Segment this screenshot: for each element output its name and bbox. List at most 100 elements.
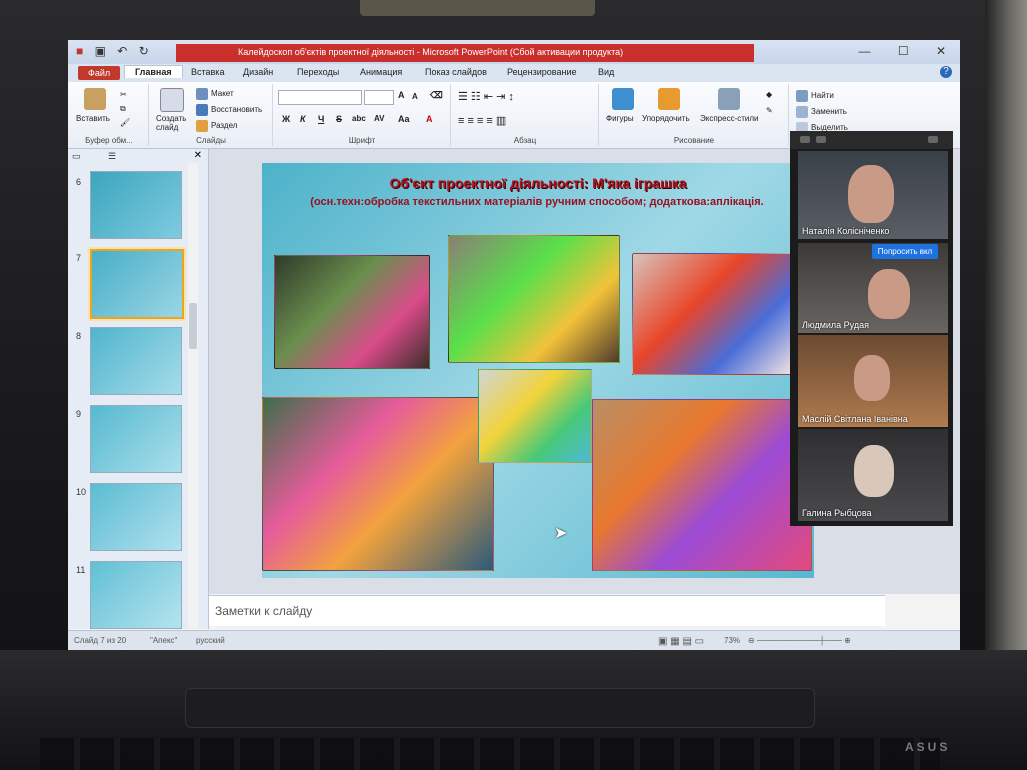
section-icon bbox=[196, 120, 208, 132]
participant-name: Людмила Рудая bbox=[802, 320, 870, 330]
shapes-button[interactable]: Фигуры bbox=[606, 114, 634, 123]
italic-button[interactable]: К bbox=[300, 114, 306, 124]
notes-pane[interactable]: Заметки к слайду bbox=[209, 595, 885, 626]
ask-unmute-button[interactable]: Попросить вкл bbox=[872, 244, 938, 259]
format-painter-icon[interactable]: 🖌 bbox=[120, 118, 130, 127]
font-size-input[interactable] bbox=[364, 90, 394, 105]
window-icon[interactable] bbox=[928, 136, 938, 143]
font-name-input[interactable] bbox=[278, 90, 362, 105]
layout-button[interactable]: Макет bbox=[196, 88, 234, 100]
photo-felt-animals[interactable] bbox=[592, 399, 812, 571]
participant-video[interactable]: Наталія Колісніченко bbox=[798, 151, 948, 239]
group-clipboard: Вставить ✂ ⧉ 🖌 Буфер обм... bbox=[70, 84, 149, 146]
minimize-button[interactable]: — bbox=[858, 44, 870, 58]
new-slide-icon bbox=[160, 88, 184, 112]
scroll-handle[interactable] bbox=[189, 303, 197, 349]
photo-felt-collection[interactable] bbox=[262, 397, 494, 571]
clear-format-icon[interactable]: ⌫ bbox=[430, 90, 443, 101]
tab-animation[interactable]: Анимация bbox=[360, 67, 402, 77]
theme-name: "Апекс" bbox=[150, 636, 178, 645]
zoom-slider[interactable]: ⊖ ───────────┼─── ⊕ bbox=[748, 636, 851, 645]
underline-button[interactable]: Ч bbox=[318, 114, 324, 124]
tab-view[interactable]: Вид bbox=[598, 67, 614, 77]
tab-design[interactable]: Дизайн bbox=[243, 67, 273, 77]
laptop-hinge bbox=[185, 688, 815, 728]
photo-children-toys[interactable] bbox=[274, 255, 430, 369]
tab-slideshow[interactable]: Показ слайдов bbox=[425, 67, 487, 77]
slide-subtitle[interactable]: (осн.техн:обробка текстильних матеріалів… bbox=[292, 195, 782, 209]
arrange-button[interactable]: Упорядочить bbox=[642, 114, 690, 123]
tab-insert[interactable]: Вставка bbox=[191, 67, 224, 77]
view-icon[interactable] bbox=[816, 136, 826, 143]
fill-icon[interactable]: ◆ bbox=[766, 90, 772, 99]
close-button[interactable]: ✕ bbox=[936, 44, 946, 58]
find-button[interactable]: Найти bbox=[796, 90, 834, 102]
arrange-icon bbox=[658, 88, 680, 110]
help-icon[interactable]: ? bbox=[940, 66, 952, 78]
photo-cats[interactable] bbox=[478, 369, 592, 463]
slide-thumbnail[interactable] bbox=[90, 483, 182, 551]
bullets-icon[interactable]: ☰ ☷ ⇤ ⇥ ↕ bbox=[458, 90, 514, 103]
language-indicator[interactable]: русский bbox=[196, 636, 225, 645]
slide-thumbnail[interactable] bbox=[90, 561, 182, 629]
panel-scrollbar[interactable] bbox=[188, 163, 198, 629]
new-slide-button[interactable]: Создать слайд bbox=[156, 114, 196, 132]
replace-icon bbox=[796, 106, 808, 118]
brand-logo: ASUS bbox=[905, 740, 951, 754]
tab-review[interactable]: Рецензирование bbox=[507, 67, 577, 77]
panel-close-icon[interactable]: ✕ bbox=[194, 150, 202, 161]
bold-button[interactable]: Ж bbox=[282, 114, 290, 124]
participant-video[interactable]: Маслій Світлана Іванівна bbox=[798, 335, 948, 427]
spacing-button[interactable]: AV bbox=[374, 114, 385, 123]
redo-icon[interactable]: ↻ bbox=[139, 44, 149, 58]
app-icon[interactable]: ■ bbox=[76, 44, 83, 58]
outline-icon[interactable]: ✎ bbox=[766, 106, 773, 115]
group-paragraph: ☰ ☷ ⇤ ⇥ ↕ ≡ ≡ ≡ ≡ ▥ Абзац bbox=[452, 84, 599, 146]
slide-thumbnail[interactable] bbox=[90, 171, 182, 239]
video-call-toolbar bbox=[790, 131, 953, 149]
participant-name: Наталія Колісніченко bbox=[802, 226, 890, 236]
quick-styles-button[interactable]: Экспресс-стили bbox=[700, 114, 759, 123]
mouse-cursor-icon: ➤ bbox=[554, 525, 568, 542]
group-paragraph-label: Абзац bbox=[513, 136, 537, 145]
slide-thumbnail[interactable] bbox=[90, 405, 182, 473]
slide-canvas[interactable]: Об'єкт проектної діяльності: М'яка іграш… bbox=[262, 163, 814, 578]
tab-home[interactable]: Главная bbox=[124, 65, 183, 78]
grow-font-button[interactable]: A bbox=[398, 90, 405, 100]
zoom-level[interactable]: 73% bbox=[724, 636, 740, 645]
maximize-button[interactable]: ☐ bbox=[898, 44, 909, 58]
tab-file[interactable]: Файл bbox=[78, 66, 121, 80]
slide-title[interactable]: Об'єкт проектної діяльності: М'яка іграш… bbox=[262, 175, 814, 191]
keyboard bbox=[40, 738, 940, 770]
replace-button[interactable]: Заменить bbox=[796, 106, 847, 118]
panel-tabs[interactable]: ▭ ☰ bbox=[72, 151, 202, 163]
align-icons[interactable]: ≡ ≡ ≡ ≡ ▥ bbox=[458, 114, 506, 127]
slides-panel: ▭ ☰ ✕ 6 7 8 9 10 11 bbox=[68, 149, 209, 629]
photo-girls-toys[interactable] bbox=[632, 253, 794, 375]
strike-button[interactable]: S bbox=[336, 114, 342, 124]
copy-icon[interactable]: ⧉ bbox=[120, 104, 126, 114]
paste-button[interactable]: Вставить bbox=[76, 114, 110, 123]
slide-thumbnail[interactable] bbox=[90, 327, 182, 395]
reset-button[interactable]: Восстановить bbox=[196, 104, 262, 116]
laptop-body: ASUS ■ ▣ ↶ ↻ Калейдоскоп об'єктів проект… bbox=[0, 0, 1027, 770]
font-color-button[interactable]: A bbox=[426, 114, 433, 124]
thumb-number: 7 bbox=[76, 253, 82, 263]
participant-video[interactable]: Галина Рыбцова bbox=[798, 429, 948, 521]
undo-icon[interactable]: ↶ bbox=[117, 44, 127, 58]
quick-access-toolbar: ■ ▣ ↶ ↻ bbox=[76, 44, 157, 58]
slide-thumbnail-selected[interactable] bbox=[90, 249, 184, 319]
photo-mouse-cheese[interactable] bbox=[448, 235, 620, 363]
group-font-label: Шрифт bbox=[348, 136, 376, 145]
cut-icon[interactable]: ✂ bbox=[120, 90, 127, 99]
case-button[interactable]: Aa bbox=[398, 114, 410, 124]
shadow-button[interactable]: abc bbox=[352, 114, 366, 123]
shrink-font-button[interactable]: A bbox=[412, 92, 418, 101]
save-icon[interactable]: ▣ bbox=[95, 44, 106, 58]
view-icon[interactable] bbox=[800, 136, 810, 143]
view-buttons-icon[interactable]: ▣ ▦ ▤ ▭ bbox=[658, 636, 704, 647]
group-drawing: Фигуры Упорядочить Экспресс-стили ◆ ✎ Ри… bbox=[600, 84, 789, 146]
tab-transitions[interactable]: Переходы bbox=[297, 67, 339, 77]
section-button[interactable]: Раздел bbox=[196, 120, 237, 132]
thumb-number: 11 bbox=[76, 565, 86, 575]
